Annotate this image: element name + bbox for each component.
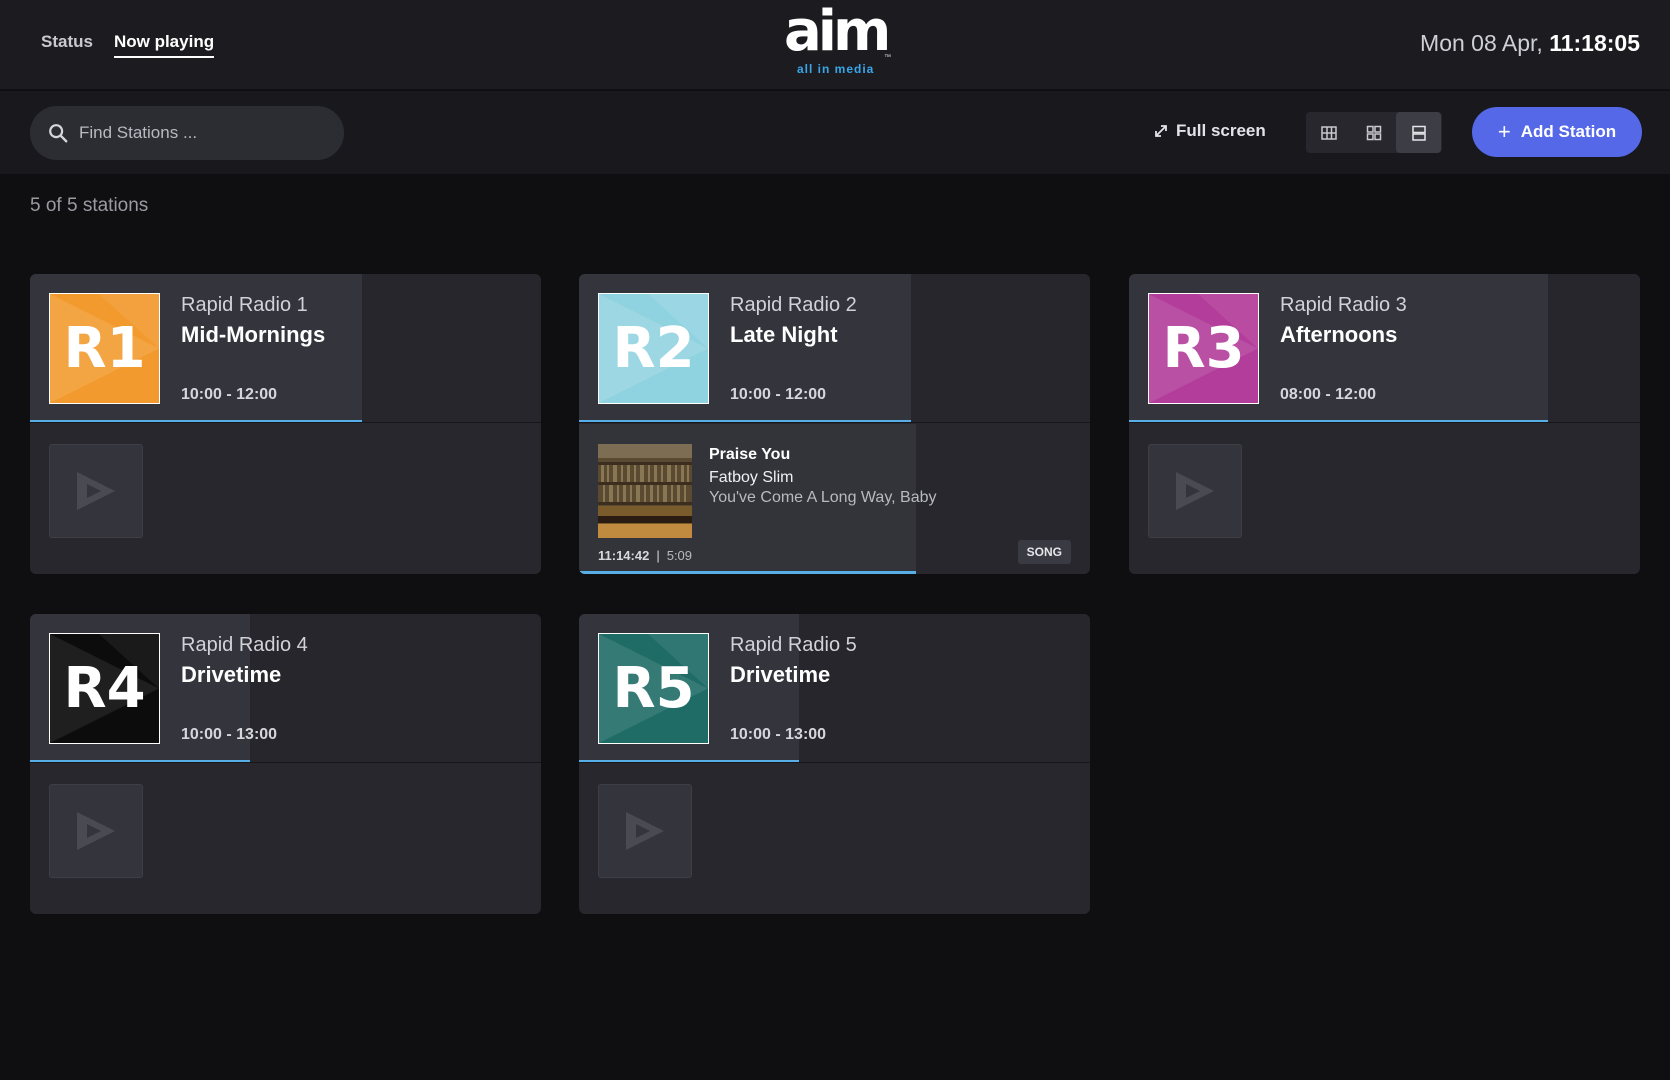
expand-icon [1155, 125, 1167, 137]
station-logo-text: R5 [612, 656, 695, 721]
table-view-button[interactable] [1306, 112, 1351, 153]
play-logo-icon [1176, 472, 1214, 510]
station-name: Rapid Radio 5 [730, 634, 857, 656]
station-name: Rapid Radio 1 [181, 294, 308, 316]
clock-time: 11:18:05 [1549, 30, 1640, 56]
station-card[interactable]: R2 Rapid Radio 2 Late Night 10:00 - 12:0… [579, 274, 1090, 574]
item-type-badge: SONG [1017, 540, 1071, 564]
fullscreen-label: Full screen [1176, 121, 1266, 140]
search-input[interactable] [79, 123, 329, 143]
station-logo: R1 [49, 293, 160, 404]
track-artist: Fatboy Slim [709, 469, 794, 486]
now-playing-area: Praise You Fatboy Slim You've Come A Lon… [579, 424, 1090, 574]
show-time: 10:00 - 12:00 [730, 386, 827, 403]
station-card[interactable]: R5 Rapid Radio 5 Drivetime 10:00 - 13:00 [579, 614, 1090, 914]
now-playing-area [30, 424, 541, 574]
play-logo-icon [626, 812, 664, 850]
show-header: R3 Rapid Radio 3 Afternoons 08:00 - 12:0… [1129, 274, 1640, 423]
show-header: R2 Rapid Radio 2 Late Night 10:00 - 12:0… [579, 274, 1090, 423]
grid-view-button[interactable] [1351, 112, 1396, 153]
rows-icon [1411, 125, 1426, 141]
station-name: Rapid Radio 4 [181, 634, 308, 656]
show-name: Afternoons [1280, 322, 1398, 347]
station-name: Rapid Radio 3 [1280, 294, 1407, 316]
station-logo-text: R3 [1162, 316, 1245, 381]
show-time: 10:00 - 13:00 [181, 726, 278, 743]
plus-icon: + [1497, 119, 1511, 144]
track-timing: 11:14:42 | 5:09 [598, 548, 692, 563]
show-time: 08:00 - 12:00 [1280, 386, 1377, 403]
nav-status[interactable]: Status [41, 32, 93, 58]
grid-icon [1366, 125, 1381, 140]
station-logo: R3 [1148, 293, 1259, 404]
play-logo-icon [77, 472, 115, 510]
show-time: 10:00 - 13:00 [730, 726, 827, 743]
station-card[interactable]: R3 Rapid Radio 3 Afternoons 08:00 - 12:0… [1129, 274, 1640, 574]
record-shelves-art [598, 444, 692, 538]
show-name: Drivetime [181, 662, 282, 687]
logo-trademark: ™ [884, 54, 891, 61]
station-card[interactable]: R4 Rapid Radio 4 Drivetime 10:00 - 13:00 [30, 614, 541, 914]
show-time: 10:00 - 12:00 [181, 386, 278, 403]
now-playing-area [30, 764, 541, 914]
empty-artwork [49, 784, 143, 878]
station-logo: R4 [49, 633, 160, 744]
search-icon [49, 124, 68, 143]
clock: Mon 08 Apr, 11:18:05 [1420, 30, 1640, 57]
empty-artwork [598, 784, 692, 878]
separator: | [656, 548, 660, 563]
add-station-button[interactable]: + Add Station [1472, 107, 1642, 157]
play-logo-icon [77, 812, 115, 850]
track-album: You've Come A Long Way, Baby [709, 489, 937, 506]
logo-tagline: all in media [797, 62, 875, 76]
track-start-time: 11:14:42 [598, 548, 650, 563]
aim-logo: aim all in media ™ [784, 4, 894, 77]
album-artwork [598, 444, 692, 538]
show-name: Late Night [730, 322, 838, 347]
show-header: R4 Rapid Radio 4 Drivetime 10:00 - 13:00 [30, 614, 541, 763]
main-nav: Status Now playing [41, 32, 215, 58]
empty-artwork [1148, 444, 1242, 538]
track-duration: 5:09 [666, 548, 693, 563]
station-logo-text: R4 [63, 656, 146, 721]
empty-artwork [49, 444, 143, 538]
top-bar: Status Now playing aim all in media ™ Mo… [0, 0, 1670, 90]
show-name: Drivetime [730, 662, 831, 687]
logo-word: aim [784, 0, 891, 64]
fullscreen-button[interactable]: Full screen [1153, 121, 1266, 141]
table-grid-icon [1320, 125, 1337, 140]
toolbar: Full screen + Ad [0, 91, 1670, 174]
station-name: Rapid Radio 2 [730, 294, 857, 316]
station-card[interactable]: R1 Rapid Radio 1 Mid-Mornings 10:00 - 12… [30, 274, 541, 574]
show-name: Mid-Mornings [181, 322, 326, 347]
now-playing-area [1129, 424, 1640, 574]
station-logo: R5 [598, 633, 709, 744]
station-logo-text: R2 [612, 316, 695, 381]
station-logo: R2 [598, 293, 709, 404]
show-header: R1 Rapid Radio 1 Mid-Mornings 10:00 - 12… [30, 274, 541, 423]
station-search[interactable] [30, 106, 344, 160]
add-station-label: Add Station [1520, 122, 1617, 141]
list-view-button[interactable] [1396, 112, 1441, 153]
station-logo-text: R1 [63, 316, 146, 381]
view-toggle-group [1306, 112, 1442, 153]
track-title: Praise You [709, 446, 791, 463]
show-header: R5 Rapid Radio 5 Drivetime 10:00 - 13:00 [579, 614, 1090, 763]
station-count: 5 of 5 stations [30, 195, 149, 216]
now-playing-area [579, 764, 1090, 914]
nav-now-playing[interactable]: Now playing [113, 32, 215, 58]
clock-date: Mon 08 Apr, [1420, 30, 1543, 56]
